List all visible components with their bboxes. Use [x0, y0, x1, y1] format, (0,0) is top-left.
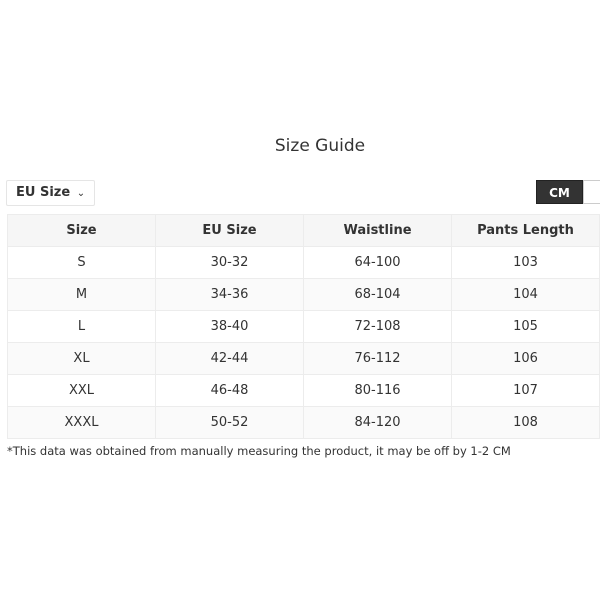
- table-cell: 68-104: [303, 278, 452, 311]
- table-cell: 50-52: [155, 406, 304, 439]
- column-header: Waistline: [303, 214, 452, 247]
- dropdown-label: EU Size: [16, 185, 71, 200]
- unit-cm-button[interactable]: CM: [536, 180, 583, 204]
- table-cell: 106: [451, 342, 600, 375]
- table-cell: 108: [451, 406, 600, 439]
- table-cell: 76-112: [303, 342, 452, 375]
- table-cell: 105: [451, 310, 600, 343]
- table-cell: 30-32: [155, 246, 304, 279]
- table-row: L 38-40 72-108 105: [7, 310, 600, 343]
- table-cell: 80-116: [303, 374, 452, 407]
- table-cell: 34-36: [155, 278, 304, 311]
- table-cell: 64-100: [303, 246, 452, 279]
- size-system-dropdown[interactable]: EU Size ⌄: [6, 180, 96, 206]
- table-cell: 104: [451, 278, 600, 311]
- table-cell: 46-48: [155, 374, 304, 407]
- column-header: Pants Length: [451, 214, 600, 247]
- footnote: *This data was obtained from manually me…: [7, 444, 511, 458]
- table-cell: M: [7, 278, 156, 311]
- column-header: EU Size: [155, 214, 304, 247]
- table-row: M 34-36 68-104 104: [7, 278, 600, 311]
- table-cell: 107: [451, 374, 600, 407]
- table-cell: 72-108: [303, 310, 452, 343]
- table-row: S 30-32 64-100 103: [7, 246, 600, 279]
- page-title: Size Guide: [274, 136, 366, 156]
- table-cell: 38-40: [155, 310, 304, 343]
- unit-other-button[interactable]: [583, 180, 600, 204]
- table-cell: XXXL: [7, 406, 156, 439]
- table-row: XL 42-44 76-112 106: [7, 342, 600, 375]
- table-header-row: Size EU Size Waistline Pants Length: [7, 214, 600, 247]
- column-header: Size: [7, 214, 156, 247]
- table-cell: L: [7, 310, 156, 343]
- table-cell: 42-44: [155, 342, 304, 375]
- table-row: XXXL 50-52 84-120 108: [7, 406, 600, 439]
- table-cell: S: [7, 246, 156, 279]
- table-row: XXL 46-48 80-116 107: [7, 374, 600, 407]
- table-cell: 103: [451, 246, 600, 279]
- table-cell: 84-120: [303, 406, 452, 439]
- table-cell: XL: [7, 342, 156, 375]
- chevron-down-icon: ⌄: [76, 188, 86, 199]
- table-cell: XXL: [7, 374, 156, 407]
- size-table: Size EU Size Waistline Pants Length S 30-32 6…: [7, 214, 600, 439]
